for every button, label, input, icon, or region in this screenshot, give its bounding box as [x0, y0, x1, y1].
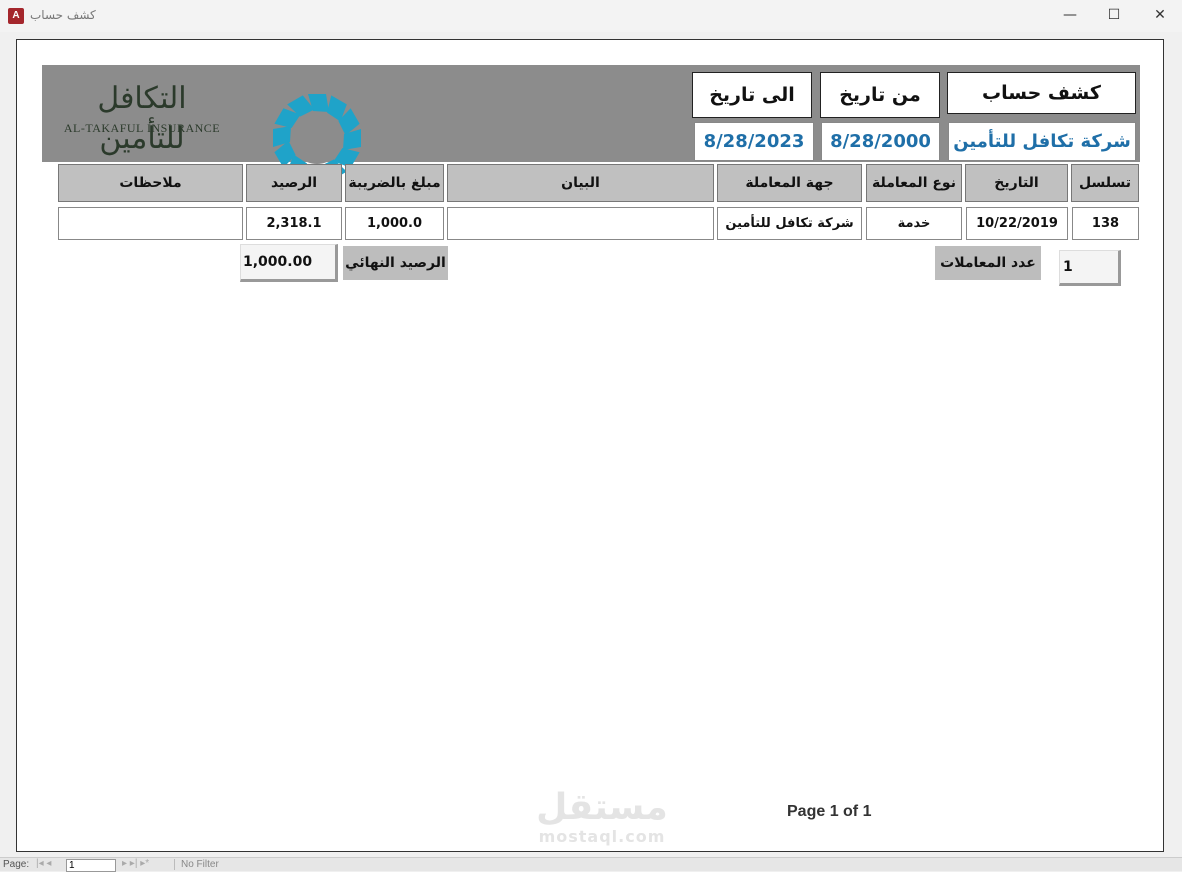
record-navigation-bar: Page: |◂ ◂ ▸ ▸| ▸* No Filter	[0, 857, 1182, 872]
statement-title-label: كشف حساب	[947, 72, 1136, 114]
page-label: Page:	[3, 859, 30, 870]
final-balance-value: 1,000.00	[240, 244, 338, 282]
close-button[interactable]: ✕	[1137, 0, 1182, 32]
cell-amount: 1,000.0	[345, 207, 444, 240]
access-app-icon: A	[8, 8, 24, 24]
page-number-input[interactable]	[66, 859, 116, 872]
mostaql-watermark: مستقل mostaql.com	[517, 788, 687, 846]
cell-type: خدمة	[866, 207, 962, 240]
column-header-date: التاريخ	[965, 164, 1068, 202]
minimize-button[interactable]: —	[1047, 0, 1093, 32]
column-header-notes: ملاحظات	[58, 164, 243, 202]
cell-party: شركة تكافل للتأمين	[717, 207, 862, 240]
final-balance-label: الرصيد النهائي	[343, 246, 448, 280]
transaction-count-value: 1	[1059, 250, 1121, 286]
to-date-value: 8/28/2023	[694, 122, 814, 161]
cell-description	[447, 207, 714, 240]
column-header-balance: الرصيد	[246, 164, 342, 202]
watermark-arabic: مستقل	[536, 787, 668, 828]
cell-date: 10/22/2019	[966, 207, 1068, 240]
window-title: كشف حساب	[30, 8, 96, 22]
column-header-party: جهة المعاملة	[717, 164, 862, 202]
from-date-label: من تاريخ	[820, 72, 940, 118]
column-header-description: البيان	[447, 164, 714, 202]
filter-status[interactable]: No Filter	[174, 859, 219, 870]
first-prev-page-buttons[interactable]: |◂ ◂	[36, 858, 51, 869]
cell-serial: 138	[1072, 207, 1139, 240]
cell-notes	[58, 207, 243, 240]
transaction-count-label: عدد المعاملات	[935, 246, 1041, 280]
logo-english-text: AL-TAKAFUL INSURANCE	[63, 121, 221, 135]
report-page: التكافل للتأمين AL-TAKAFUL INSURANCE كشف…	[16, 39, 1164, 852]
column-header-type: نوع المعاملة	[866, 164, 962, 202]
to-date-label: الى تاريخ	[692, 72, 812, 118]
column-header-serial: تسلسل	[1071, 164, 1139, 202]
watermark-latin: mostaql.com	[538, 827, 666, 846]
maximize-button[interactable]: ☐	[1091, 0, 1137, 32]
page-count: Page 1 of 1	[787, 803, 872, 820]
logo-arabic-text: التكافل للتأمين	[97, 81, 187, 156]
next-last-page-buttons[interactable]: ▸ ▸| ▸*	[122, 858, 149, 869]
cell-balance: 2,318.1	[246, 207, 342, 240]
column-header-amount: مبلغ بالضريبة	[345, 164, 444, 202]
window-titlebar: A كشف حساب — ☐ ✕	[0, 0, 1182, 32]
report-header: التكافل للتأمين AL-TAKAFUL INSURANCE كشف…	[42, 65, 1140, 182]
party-name-value: شركة تكافل للتأمين	[948, 122, 1136, 161]
from-date-value: 8/28/2000	[821, 122, 940, 161]
